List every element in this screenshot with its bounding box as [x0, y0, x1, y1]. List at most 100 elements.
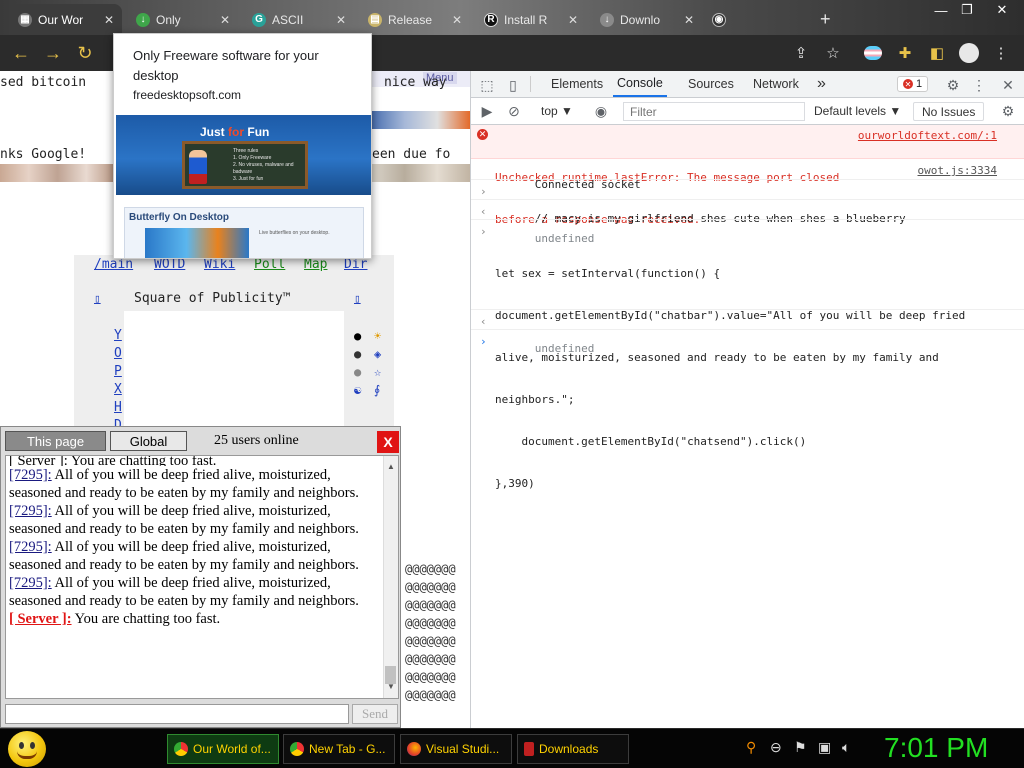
share-button[interactable]: ⇪: [786, 38, 816, 68]
network-icon[interactable]: ▣: [818, 739, 831, 756]
vertical-link[interactable]: H: [114, 400, 122, 415]
vertical-link[interactable]: P: [114, 364, 122, 379]
nav-link-poll[interactable]: Poll: [254, 257, 285, 272]
console-filter-input[interactable]: [623, 102, 805, 121]
tab-github[interactable]: ◉: [704, 4, 734, 35]
devtools-close-button[interactable]: ✕: [998, 75, 1018, 95]
vertical-link[interactable]: Y: [114, 328, 122, 343]
flag-icon[interactable]: ⚑: [794, 739, 807, 756]
divider: [530, 76, 531, 92]
vertical-link[interactable]: X: [114, 382, 122, 397]
chat-nick[interactable]: [7295]:: [9, 575, 52, 591]
tab-title: Our Wor: [38, 12, 84, 27]
device-toolbar-button[interactable]: ▯: [503, 75, 523, 95]
chat-close-button[interactable]: X: [377, 431, 399, 453]
box-glyph-left[interactable]: ▯: [94, 292, 101, 305]
devtools-settings-button[interactable]: ⚙: [943, 75, 963, 95]
devtools-tab-network[interactable]: Network: [753, 71, 799, 97]
inspect-element-button[interactable]: ⬚: [477, 75, 497, 95]
sidebar-button[interactable]: ◧: [922, 38, 952, 68]
chat-input[interactable]: [5, 704, 349, 724]
issues-button[interactable]: No Issues: [913, 102, 985, 121]
menu-button[interactable]: ⋮: [986, 38, 1016, 68]
chat-log[interactable]: [ Server ]: You are chatting too fast. […: [5, 455, 399, 699]
forward-button[interactable]: →: [38, 38, 68, 68]
error-count-badge[interactable]: ✕ 1: [897, 76, 929, 92]
live-expression-button[interactable]: ◉: [591, 101, 611, 121]
volume-icon[interactable]: 🔈︎: [842, 739, 850, 756]
taskbar-clock[interactable]: 7:01 PM: [884, 732, 988, 764]
chat-tab-global[interactable]: Global: [110, 431, 187, 451]
popup-butterfly-image[interactable]: Butterfly On Desktop Live butterflies on…: [124, 207, 364, 258]
tab-ascii[interactable]: G ASCII ✕: [244, 4, 354, 35]
scroll-up-icon[interactable]: ▲: [387, 458, 395, 476]
console-output[interactable]: ✕ Unchecked runtime.lastError: The messa…: [471, 125, 1024, 728]
g-favicon-icon: G: [252, 12, 266, 27]
vertical-link[interactable]: O: [114, 346, 122, 361]
yin-yang-icon: ☯: [354, 383, 362, 397]
tab-close-icon[interactable]: ✕: [452, 13, 462, 27]
new-tab-button[interactable]: +: [812, 4, 842, 35]
devtools-tab-console[interactable]: Console: [613, 71, 667, 97]
chat-send-button[interactable]: Send: [352, 704, 398, 724]
error-source-link[interactable]: ourworldoftext.com/:1: [858, 129, 997, 143]
tab-install-r[interactable]: R Install R ✕: [476, 4, 586, 35]
more-tabs-button[interactable]: »: [817, 71, 826, 97]
search-icon[interactable]: ⚲: [746, 739, 756, 756]
canvas-strip: [372, 111, 470, 129]
tab-only-freeware[interactable]: ↓ Only ✕: [128, 4, 238, 35]
popup-banner-image[interactable]: Just for Fun Three rules 1. Only Freewar…: [116, 115, 371, 195]
chat-tab-this-page[interactable]: This page: [5, 431, 106, 451]
nav-link-wiki[interactable]: Wiki: [204, 257, 235, 272]
box-glyph-right[interactable]: ▯: [354, 292, 361, 305]
taskbar-downloads[interactable]: Downloads: [517, 734, 629, 764]
tab-release[interactable]: ▤ Release ✕: [360, 4, 470, 35]
profile-flag-button[interactable]: [858, 38, 888, 68]
chat-nick[interactable]: [7295]:: [9, 539, 52, 555]
log-levels-dropdown[interactable]: Default levels ▼: [814, 104, 901, 118]
chat-message: [ Server ]: You are chatting too fast.: [9, 455, 217, 466]
tab-our-world-of-text[interactable]: ▦ Our Wor ✕: [10, 4, 122, 35]
nav-link-wotd[interactable]: WOTD: [154, 257, 185, 272]
tab-close-icon[interactable]: ✕: [684, 13, 694, 27]
bookmark-star-button[interactable]: ☆: [818, 38, 848, 68]
chat-nick[interactable]: [7295]:: [9, 467, 52, 483]
back-button[interactable]: ←: [6, 38, 36, 68]
console-settings-button[interactable]: ⚙: [998, 101, 1018, 121]
start-button-smiley-icon[interactable]: [8, 731, 46, 767]
devtools-more-button[interactable]: ⋮: [969, 75, 989, 95]
show-sidebar-button[interactable]: ▶: [477, 101, 497, 121]
taskbar-chrome-owot[interactable]: Our World of...: [167, 734, 279, 764]
gear-icon: ⚙: [946, 76, 960, 93]
devtools-tab-elements[interactable]: Elements: [551, 71, 603, 97]
tab-close-icon[interactable]: ✕: [336, 13, 346, 27]
account-button[interactable]: [954, 38, 984, 68]
server-nick[interactable]: [ Server ]:: [9, 611, 72, 627]
clear-console-button[interactable]: ⊘: [504, 101, 524, 121]
log-source-link[interactable]: owot.js:3334: [918, 164, 997, 178]
nav-link-map[interactable]: Map: [304, 257, 327, 272]
context-selector[interactable]: top ▼: [541, 104, 573, 118]
scroll-down-icon[interactable]: ▼: [387, 678, 395, 696]
minus-circle-icon[interactable]: ⊖: [770, 739, 782, 756]
tab-close-icon[interactable]: ✕: [568, 13, 578, 27]
freeware-popup[interactable]: Only Freeware software for your desktop …: [113, 33, 372, 259]
tab-download[interactable]: ↓ Downlo ✕: [592, 4, 702, 35]
console-prompt-row[interactable]: ›: [471, 331, 1024, 350]
minimize-button[interactable]: —: [928, 0, 954, 20]
tab-close-icon[interactable]: ✕: [104, 13, 114, 27]
tab-close-icon[interactable]: ✕: [220, 13, 230, 27]
chat-nick[interactable]: [7295]:: [9, 503, 52, 519]
chat-scrollbar[interactable]: ▲ ▼: [383, 456, 398, 698]
devtools-tab-sources[interactable]: Sources: [688, 71, 734, 97]
nav-link-main[interactable]: /main: [94, 257, 133, 272]
nav-link-dir[interactable]: Dir: [344, 257, 367, 272]
close-window-button[interactable]: ✕: [984, 0, 1020, 20]
maximize-button[interactable]: ❐: [954, 0, 980, 20]
taskbar-firefox-vs[interactable]: Visual Studi...: [400, 734, 512, 764]
taskbar-chrome-newtab[interactable]: New Tab - G...: [283, 734, 395, 764]
prompt-chevron-icon: ›: [480, 335, 487, 348]
sun-icon: ☀: [374, 329, 382, 343]
extensions-button[interactable]: ✚: [890, 38, 920, 68]
reload-button[interactable]: ↻: [70, 38, 100, 68]
